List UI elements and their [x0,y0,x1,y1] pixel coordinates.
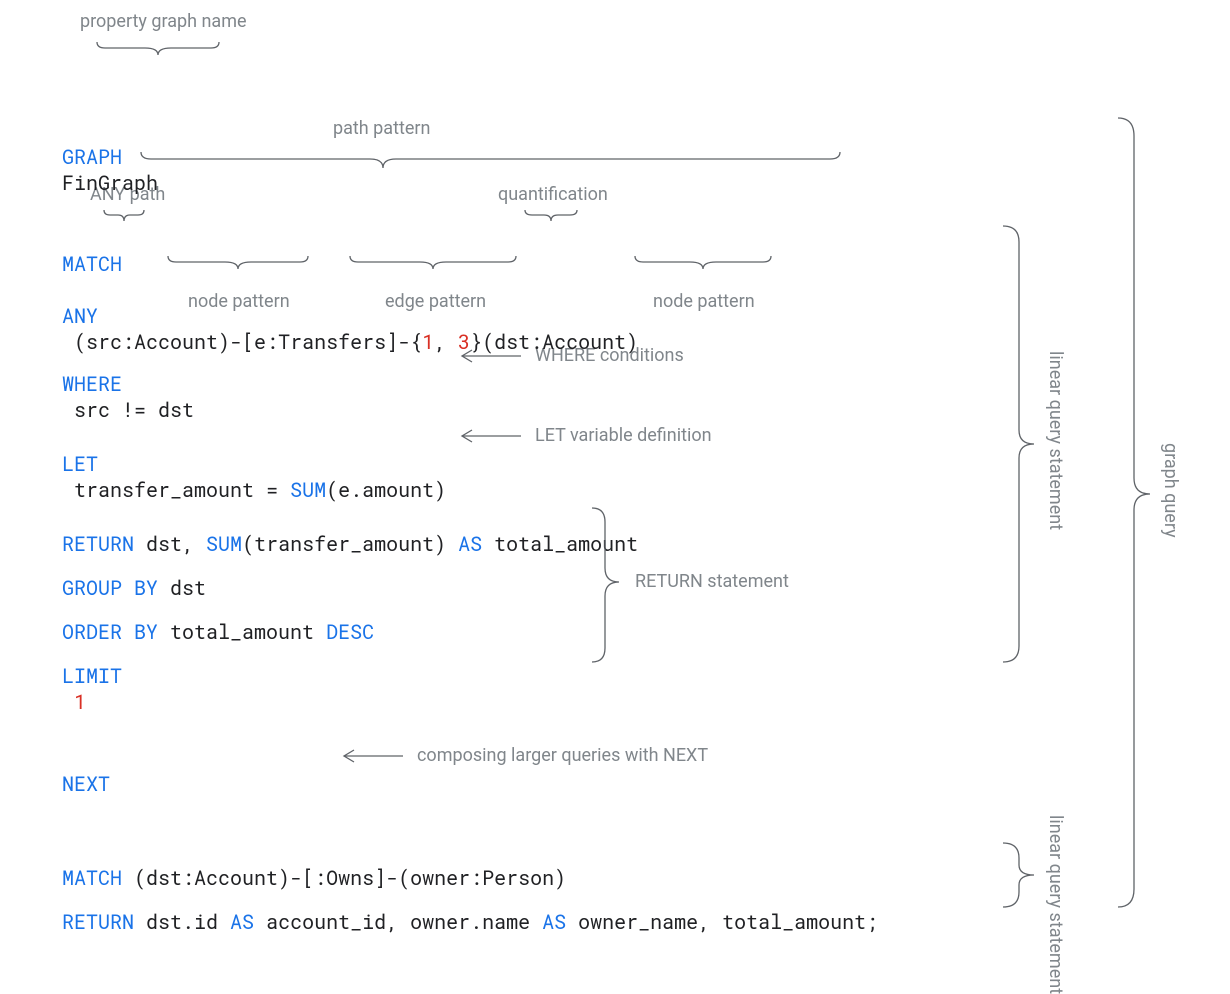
brace-any-path [104,210,144,221]
arrow-let [462,430,521,442]
brace-linear-query-1 [1003,226,1034,662]
arrow-next [344,750,403,762]
brace-linear-query-2 [1003,843,1034,907]
arrow-where [462,350,521,362]
annotation-overlay [0,0,1230,950]
brace-node-pattern-left [168,256,308,269]
brace-return-statement [592,508,619,662]
brace-quantification [525,210,577,221]
brace-node-pattern-right [635,256,771,269]
brace-graph-query [1118,118,1150,907]
brace-path-pattern [141,152,840,168]
brace-edge-pattern [350,256,516,269]
brace-property-graph-name [97,42,219,55]
